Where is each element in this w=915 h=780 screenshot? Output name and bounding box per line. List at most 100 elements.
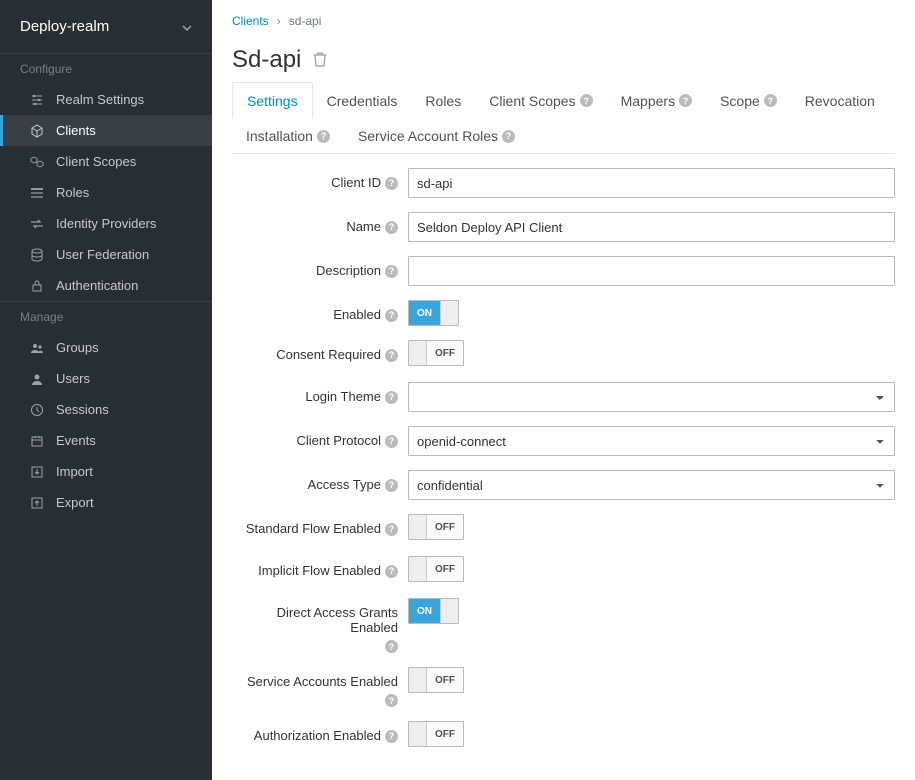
standard-flow-toggle[interactable]: OFF <box>408 514 464 540</box>
tab-revocation[interactable]: Revocation <box>791 82 889 118</box>
authorization-label: Authorization Enabled? <box>232 721 408 743</box>
enabled-toggle[interactable]: ON <box>408 300 459 326</box>
sidebar-item-label: Roles <box>56 185 89 200</box>
help-icon: ? <box>502 130 515 143</box>
user-icon <box>30 372 44 386</box>
sidebar-item-events[interactable]: Events <box>0 425 212 456</box>
login-theme-select[interactable] <box>408 382 895 412</box>
page-title: Sd-api <box>232 46 895 74</box>
description-input[interactable] <box>408 256 895 286</box>
help-icon: ? <box>385 694 398 707</box>
cube-icon <box>30 124 44 138</box>
help-icon: ? <box>679 94 692 107</box>
client-protocol-select[interactable]: openid-connect <box>408 426 895 456</box>
breadcrumb-parent[interactable]: Clients <box>232 14 269 28</box>
sidebar-item-label: Client Scopes <box>56 154 136 169</box>
realm-name: Deploy-realm <box>20 18 109 35</box>
realm-selector[interactable]: Deploy-realm <box>0 0 212 53</box>
sidebar-item-export[interactable]: Export <box>0 487 212 518</box>
consent-required-toggle[interactable]: OFF <box>408 340 464 366</box>
calendar-icon <box>30 434 44 448</box>
client-id-label: Client ID? <box>232 168 408 190</box>
sidebar-item-label: Identity Providers <box>56 216 156 231</box>
name-input[interactable] <box>408 212 895 242</box>
help-icon: ? <box>764 94 777 107</box>
group-icon <box>30 341 44 355</box>
sidebar: Deploy-realm Configure Realm Settings Cl… <box>0 0 212 780</box>
help-icon: ? <box>385 523 398 536</box>
clock-icon <box>30 403 44 417</box>
sidebar-item-label: Realm Settings <box>56 92 144 107</box>
help-icon: ? <box>385 391 398 404</box>
sidebar-item-identity-providers[interactable]: Identity Providers <box>0 208 212 239</box>
sidebar-item-sessions[interactable]: Sessions <box>0 394 212 425</box>
help-icon: ? <box>385 435 398 448</box>
help-icon: ? <box>385 640 398 653</box>
sidebar-item-label: Events <box>56 433 96 448</box>
sidebar-item-user-federation[interactable]: User Federation <box>0 239 212 270</box>
tab-roles[interactable]: Roles <box>411 82 475 118</box>
sidebar-item-label: Clients <box>56 123 96 138</box>
authorization-toggle[interactable]: OFF <box>408 721 464 747</box>
client-id-input[interactable] <box>408 168 895 198</box>
help-icon: ? <box>580 94 593 107</box>
sidebar-section-configure: Configure <box>0 53 212 84</box>
tab-credentials[interactable]: Credentials <box>313 82 412 118</box>
help-icon: ? <box>385 177 398 190</box>
sidebar-item-clients[interactable]: Clients <box>0 115 212 146</box>
direct-access-toggle[interactable]: ON <box>408 598 459 624</box>
help-icon: ? <box>385 565 398 578</box>
tab-settings[interactable]: Settings <box>232 82 313 119</box>
tab-mappers[interactable]: Mappers? <box>607 82 706 118</box>
sliders-icon <box>30 93 44 107</box>
import-icon <box>30 465 44 479</box>
service-accounts-toggle[interactable]: OFF <box>408 667 464 693</box>
sidebar-item-authentication[interactable]: Authentication <box>0 270 212 301</box>
tab-service-account-roles[interactable]: Service Account Roles? <box>344 118 529 153</box>
implicit-flow-label: Implicit Flow Enabled? <box>232 556 408 578</box>
description-label: Description? <box>232 256 408 278</box>
access-type-label: Access Type? <box>232 470 408 492</box>
help-icon: ? <box>385 265 398 278</box>
sidebar-item-label: Import <box>56 464 93 479</box>
help-icon: ? <box>385 221 398 234</box>
sidebar-item-import[interactable]: Import <box>0 456 212 487</box>
delete-icon[interactable] <box>313 46 327 74</box>
list-icon <box>30 186 44 200</box>
tabs: Settings Credentials Roles Client Scopes… <box>232 82 895 154</box>
tab-client-scopes[interactable]: Client Scopes? <box>475 82 606 118</box>
sidebar-item-label: Authentication <box>56 278 138 293</box>
sidebar-item-roles[interactable]: Roles <box>0 177 212 208</box>
service-accounts-label: Service Accounts Enabled? <box>232 667 408 707</box>
lock-icon <box>30 279 44 293</box>
breadcrumb-current: sd-api <box>289 14 322 28</box>
page-title-text: Sd-api <box>232 46 301 74</box>
help-icon: ? <box>385 479 398 492</box>
help-icon: ? <box>385 309 398 322</box>
help-icon: ? <box>317 130 330 143</box>
sidebar-item-users[interactable]: Users <box>0 363 212 394</box>
settings-form: Client ID? Name? Description? Enabled? O… <box>232 168 895 749</box>
login-theme-label: Login Theme? <box>232 382 408 404</box>
sidebar-item-client-scopes[interactable]: Client Scopes <box>0 146 212 177</box>
database-icon <box>30 248 44 262</box>
access-type-select[interactable]: confidential <box>408 470 895 500</box>
sidebar-item-label: Export <box>56 495 94 510</box>
main-content: Clients › sd-api Sd-api Settings Credent… <box>212 0 915 780</box>
help-icon: ? <box>385 730 398 743</box>
enabled-label: Enabled? <box>232 300 408 322</box>
sidebar-item-label: Users <box>56 371 90 386</box>
client-protocol-label: Client Protocol? <box>232 426 408 448</box>
chevron-right-icon: › <box>277 14 281 28</box>
sidebar-item-groups[interactable]: Groups <box>0 332 212 363</box>
sidebar-item-realm-settings[interactable]: Realm Settings <box>0 84 212 115</box>
name-label: Name? <box>232 212 408 234</box>
tab-installation[interactable]: Installation? <box>232 118 344 153</box>
sidebar-section-manage: Manage <box>0 301 212 332</box>
sidebar-item-label: Groups <box>56 340 99 355</box>
implicit-flow-toggle[interactable]: OFF <box>408 556 464 582</box>
breadcrumb: Clients › sd-api <box>232 10 895 46</box>
tab-scope[interactable]: Scope? <box>706 82 791 118</box>
sidebar-item-label: Sessions <box>56 402 109 417</box>
exchange-icon <box>30 217 44 231</box>
